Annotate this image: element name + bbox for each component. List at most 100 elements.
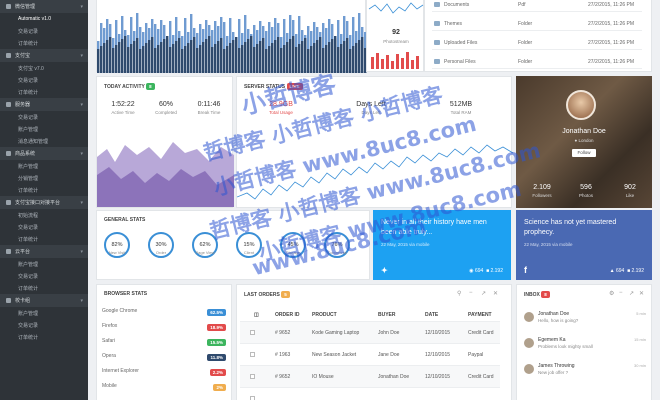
bar	[202, 42, 205, 73]
inbox-message[interactable]: Egemem Ka Problems look mighty small 15 mi…	[520, 334, 650, 360]
sidebar-item[interactable]: 账户管理	[0, 160, 88, 172]
sidebar-item[interactable]: 订单统计	[0, 184, 88, 196]
sidebar-item[interactable]: 交易记录	[0, 111, 88, 123]
file-row[interactable]: Themes Folder 27/2/2015, 11:26 PM	[432, 17, 642, 31]
sidebar-item[interactable]: 交易记录	[0, 270, 88, 282]
order-date: 12/10/2015	[425, 352, 451, 358]
stat-label: Like	[625, 193, 635, 198]
orders-badge: 5	[281, 291, 290, 298]
table-row[interactable]: # 9652 IO Mouse Jonathan Doe 12/10/2015 Cred…	[240, 365, 500, 387]
minimize-icon[interactable]: −	[619, 290, 623, 296]
sidebar-item[interactable]: 交易记录	[0, 319, 88, 331]
inbox-message[interactable]: Jonathan Doe Hello, how is going? 5 min	[520, 308, 650, 334]
sidebar-section-6[interactable]: 校卡组 ▾	[0, 294, 88, 307]
sidebar-section-3[interactable]: 商品系统 ▾	[0, 147, 88, 160]
comment-icon: ■	[627, 268, 631, 274]
sidebar-item[interactable]: 订单统计	[0, 37, 88, 49]
settings-icon[interactable]: ⚙	[609, 290, 614, 297]
avatar	[566, 90, 596, 120]
sidebar-item[interactable]: 消息通知管理	[0, 135, 88, 147]
follow-button[interactable]: Follow	[572, 149, 596, 157]
fb-meta: 22 May, 2015 via mobile	[524, 242, 573, 247]
sidebar-section-1[interactable]: 支付宝 ▾	[0, 49, 88, 62]
profile-stat: 902 Like	[610, 184, 650, 198]
browser-row: Opera 11.8%	[102, 353, 226, 365]
search-icon[interactable]: ⚲	[457, 290, 461, 297]
sidebar-section-4[interactable]: 支付宝接口对接平台 ▾	[0, 196, 88, 209]
sidebar-item[interactable]: 账户管理	[0, 307, 88, 319]
row-checkbox[interactable]	[250, 396, 255, 400]
browser-name: Mobile	[102, 383, 117, 389]
bar	[352, 46, 355, 73]
sidebar-item[interactable]: Automatic v1.0	[0, 13, 88, 25]
table-row[interactable]: # 1963 New Season Jacket Jane Doe 12/10/201…	[240, 343, 500, 365]
file-row[interactable]: Documents Pdf 27/2/2015, 11:26 PM	[432, 0, 642, 12]
inbox-message[interactable]: James Throwing New job offer ? 30 min	[520, 360, 650, 386]
sidebar-section-5[interactable]: 云平台 ▾	[0, 245, 88, 258]
file-name: Themes	[444, 21, 463, 27]
sidebar-item[interactable]: 分销管理	[0, 172, 88, 184]
file-date: 27/2/2015, 11:26 PM	[588, 59, 635, 65]
file-row[interactable]: Uploaded Files Folder 27/2/2015, 11:26 PM	[432, 36, 642, 50]
twitter-icon: ✦	[381, 266, 388, 275]
sidebar-item[interactable]: 交易记录	[0, 25, 88, 37]
section-icon	[6, 53, 11, 58]
row-checkbox[interactable]	[250, 374, 255, 379]
bar	[361, 37, 364, 73]
browser-title: BROWSER STATS	[104, 291, 148, 297]
row-checkbox[interactable]	[250, 330, 255, 335]
sidebar-item[interactable]: 交易记录	[0, 221, 88, 233]
sidebar-item[interactable]: 账户管理	[0, 123, 88, 135]
bar	[157, 45, 160, 73]
bar	[166, 36, 169, 73]
bar	[247, 39, 250, 73]
close-icon[interactable]: ✕	[639, 290, 644, 297]
close-icon[interactable]: ✕	[493, 290, 498, 297]
bar	[163, 39, 166, 73]
donut-label: Order	[155, 250, 167, 255]
inbox-toolbar: ⚙ − ↗ ✕	[609, 290, 645, 299]
bar	[250, 36, 253, 73]
row-checkbox[interactable]	[250, 352, 255, 357]
bar	[187, 43, 190, 73]
file-type: Folder	[518, 59, 533, 65]
expand-icon[interactable]: ↗	[629, 290, 634, 297]
trash-icon[interactable]: ◫	[254, 312, 259, 318]
bar	[133, 41, 136, 73]
file-type: Folder	[518, 21, 533, 27]
table-row[interactable]: # 9652 Kode Gaming Laptop John Doe 12/10/20…	[240, 321, 500, 343]
sidebar-item[interactable]: 订单统计	[0, 86, 88, 98]
bar	[238, 48, 241, 73]
sidebar-item[interactable]: 订单统计	[0, 331, 88, 343]
browser-row: Safari 15.5%	[102, 338, 226, 350]
bar	[199, 45, 202, 73]
order-payment: Paypal	[468, 352, 484, 358]
sidebar-section-2[interactable]: 服务器 ▾	[0, 98, 88, 111]
file-date: 27/2/2015, 11:26 PM	[588, 21, 635, 27]
order-buyer: Jane Doe	[378, 352, 400, 358]
bar	[289, 39, 292, 73]
minimize-icon[interactable]: −	[469, 290, 473, 296]
sidebar-item[interactable]: 支付宝 v7.0	[0, 62, 88, 74]
bar	[301, 41, 304, 73]
bar	[253, 47, 256, 73]
expand-icon[interactable]: ↗	[481, 290, 486, 297]
metric-label: Break Time	[197, 110, 221, 115]
bar	[214, 44, 217, 73]
sidebar-item[interactable]: 初始流程	[0, 209, 88, 221]
sidebar-item[interactable]: 账户管理	[0, 258, 88, 270]
table-row[interactable]	[240, 387, 500, 400]
bar	[262, 38, 265, 73]
message-time: 15 min	[633, 337, 646, 342]
sidebar-item[interactable]: 订单统计	[0, 282, 88, 294]
sidebar-section-label: 服务器	[15, 102, 31, 108]
sidebar-section-0[interactable]: 微信管理 ▾	[0, 0, 88, 13]
file-row[interactable]: Personal Files Folder 27/2/2015, 11:26 PM	[432, 55, 642, 69]
sidebar-item[interactable]: 订单统计	[0, 233, 88, 245]
bar	[184, 46, 187, 73]
bar	[103, 43, 106, 73]
sidebar-item[interactable]: 交易记录	[0, 74, 88, 86]
stat-value: 596	[580, 184, 592, 191]
order-product: IO Mouse	[312, 374, 334, 380]
browser-name: Google Chrome	[102, 308, 138, 314]
